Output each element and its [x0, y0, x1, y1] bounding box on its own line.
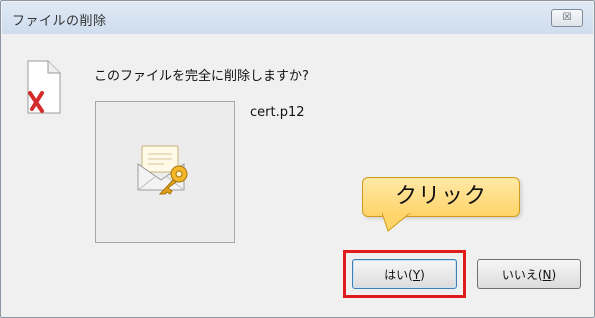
callout-label: クリック	[362, 177, 520, 217]
callout-pointer-icon	[382, 213, 411, 232]
no-label: いいえ(	[501, 268, 543, 282]
yes-button[interactable]: はい(Y)	[352, 259, 457, 289]
confirm-question: このファイルを完全に削除しますか?	[94, 69, 309, 84]
deleted-file-icon	[27, 60, 61, 114]
delete-file-dialog: ファイルの削除 ☒ このファイルを完全に削除しますか? cert.p12 クリッ…	[0, 0, 595, 318]
no-button[interactable]: いいえ(N)	[477, 259, 581, 289]
no-close: )	[551, 268, 557, 282]
file-preview	[95, 101, 235, 243]
file-name: cert.p12	[250, 105, 305, 120]
yes-label: はい(	[384, 268, 413, 282]
close-button[interactable]: ☒	[551, 9, 583, 27]
click-callout: クリック	[362, 177, 522, 232]
dialog-title: ファイルの削除	[12, 14, 107, 29]
yes-close: )	[420, 268, 425, 282]
title-bar: ファイルの削除 ☒	[2, 2, 593, 34]
certificate-envelope-key-icon	[137, 145, 188, 195]
